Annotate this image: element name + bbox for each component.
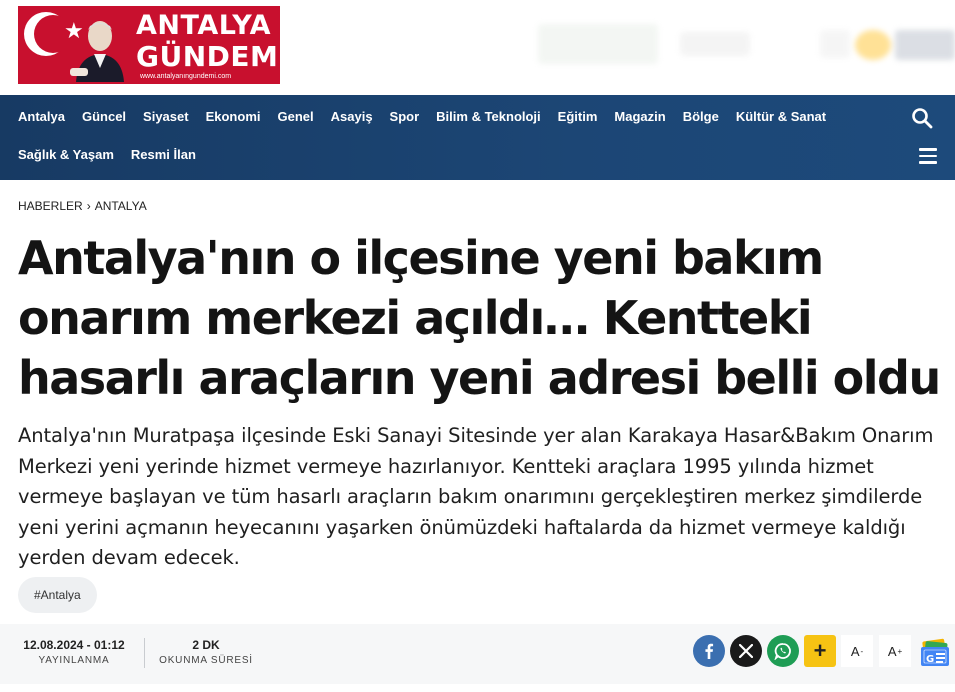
google-news-icon[interactable]: G [919,638,951,668]
article-summary: Antalya'nın Muratpaşa ilçesinde Eski San… [18,424,934,569]
breadcrumb: HABERLER › ANTALYA [18,199,147,213]
publish-date: 12.08.2024 - 01:12 YAYINLANMA [18,638,130,666]
nav-item-genel[interactable]: Genel [278,109,314,125]
nav-item-magazin[interactable]: Magazin [614,109,665,125]
svg-text:G: G [926,654,934,665]
portrait-image [70,21,124,82]
facebook-share-button[interactable] [693,635,725,667]
whatsapp-share-button[interactable] [767,635,799,667]
nav-item-guncel[interactable]: Güncel [82,109,126,125]
ad-block [538,24,658,64]
font-small-label: A [850,643,860,659]
logo-url: www.antalyanıngundemi.com [140,73,232,80]
nav-item-asayis[interactable]: Asayiş [331,109,373,125]
breadcrumb-home[interactable]: HABERLER [18,199,83,213]
logo-text-line2: GÜNDEM [136,40,279,73]
font-decrease-button[interactable]: A- [841,635,873,667]
ad-block [680,32,750,56]
nav-item-saglik-yasam[interactable]: Sağlık & Yaşam [18,147,114,163]
font-increase-button[interactable]: A + [879,635,911,667]
site-header: ★ ANTALYA GÜNDEM www.antalyanıngundemi.c… [0,0,955,95]
nav-item-egitim[interactable]: Eğitim [558,109,598,125]
whatsapp-icon [774,643,791,660]
nav-row-1: Antalya Güncel Siyaset Ekonomi Genel Asa… [18,109,843,125]
chevron-right-icon: › [86,199,91,213]
reading-time-value: 2 DK [192,638,220,652]
meta-divider [144,638,145,668]
publish-date-label: YAYINLANMA [38,655,110,666]
tag-chip[interactable]: #Antalya [18,577,97,613]
hamburger-menu-icon[interactable] [919,148,937,164]
font-large-label: A [887,643,897,659]
nav-item-resmi-ilan[interactable]: Resmi İlan [131,147,196,163]
nav-item-ekonomi[interactable]: Ekonomi [206,109,261,125]
x-icon [739,644,753,658]
reading-time-label: OKUNMA SÜRESİ [159,655,253,666]
ad-block [895,30,955,60]
font-large-sup: + [897,646,903,656]
ad-block [855,30,891,60]
nav-row-2: Sağlık & Yaşam Resmi İlan [18,147,213,163]
nav-item-bolge[interactable]: Bölge [683,109,719,125]
nav-item-kultur-sanat[interactable]: Kültür & Sanat [736,109,826,125]
menu-bar [919,148,937,151]
x-share-button[interactable] [730,635,762,667]
ad-banner[interactable] [530,20,955,70]
reading-time: 2 DK OKUNMA SÜRESİ [158,638,254,666]
search-icon[interactable] [911,107,933,129]
plus-button[interactable]: + [804,635,836,667]
nav-item-siyaset[interactable]: Siyaset [143,109,189,125]
facebook-icon [705,643,714,659]
nav-item-bilim-teknoloji[interactable]: Bilim & Teknoloji [436,109,541,125]
logo-text-line1: ANTALYA [136,10,272,41]
menu-bar [919,161,937,164]
ad-block [820,30,850,58]
nav-item-spor[interactable]: Spor [390,109,420,125]
breadcrumb-current[interactable]: ANTALYA [95,199,147,213]
publish-date-value: 12.08.2024 - 01:12 [23,638,125,652]
font-small-sup: - [860,646,864,656]
article-title: Antalya'nın o ilçesine yeni bakım onarım… [18,231,941,405]
site-logo[interactable]: ★ ANTALYA GÜNDEM www.antalyanıngundemi.c… [18,6,280,84]
nav-item-antalya[interactable]: Antalya [18,109,65,125]
menu-bar [919,154,937,157]
main-nav: Antalya Güncel Siyaset Ekonomi Genel Asa… [0,95,955,180]
